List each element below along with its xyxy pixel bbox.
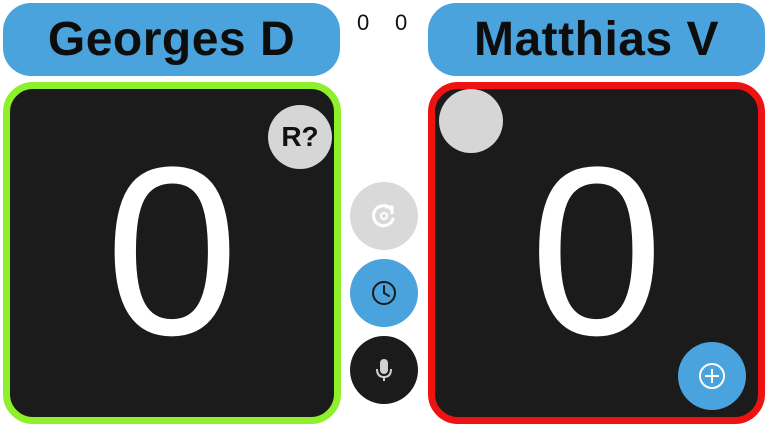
player-right-name[interactable]: Matthias V (428, 3, 765, 76)
microphone-icon (376, 359, 392, 381)
player-right-games: 0 (395, 10, 408, 35)
clock-icon (372, 281, 396, 305)
add-button[interactable] (678, 342, 746, 410)
player-left-games: 0 (357, 10, 370, 35)
player-left-score: 0 (105, 117, 239, 385)
plus-circle-icon (699, 363, 725, 389)
timer-button[interactable] (350, 259, 418, 327)
rally-badge-button[interactable]: R? (268, 105, 332, 169)
player-left-score-panel[interactable]: 0 R? (3, 82, 341, 424)
reset-icon (372, 204, 395, 228)
player-right-score-panel[interactable]: 0 (428, 82, 765, 424)
microphone-button[interactable] (350, 336, 418, 404)
player-left-name[interactable]: Georges D (3, 3, 340, 76)
player-right-score: 0 (529, 117, 664, 385)
reset-button[interactable] (350, 182, 418, 250)
